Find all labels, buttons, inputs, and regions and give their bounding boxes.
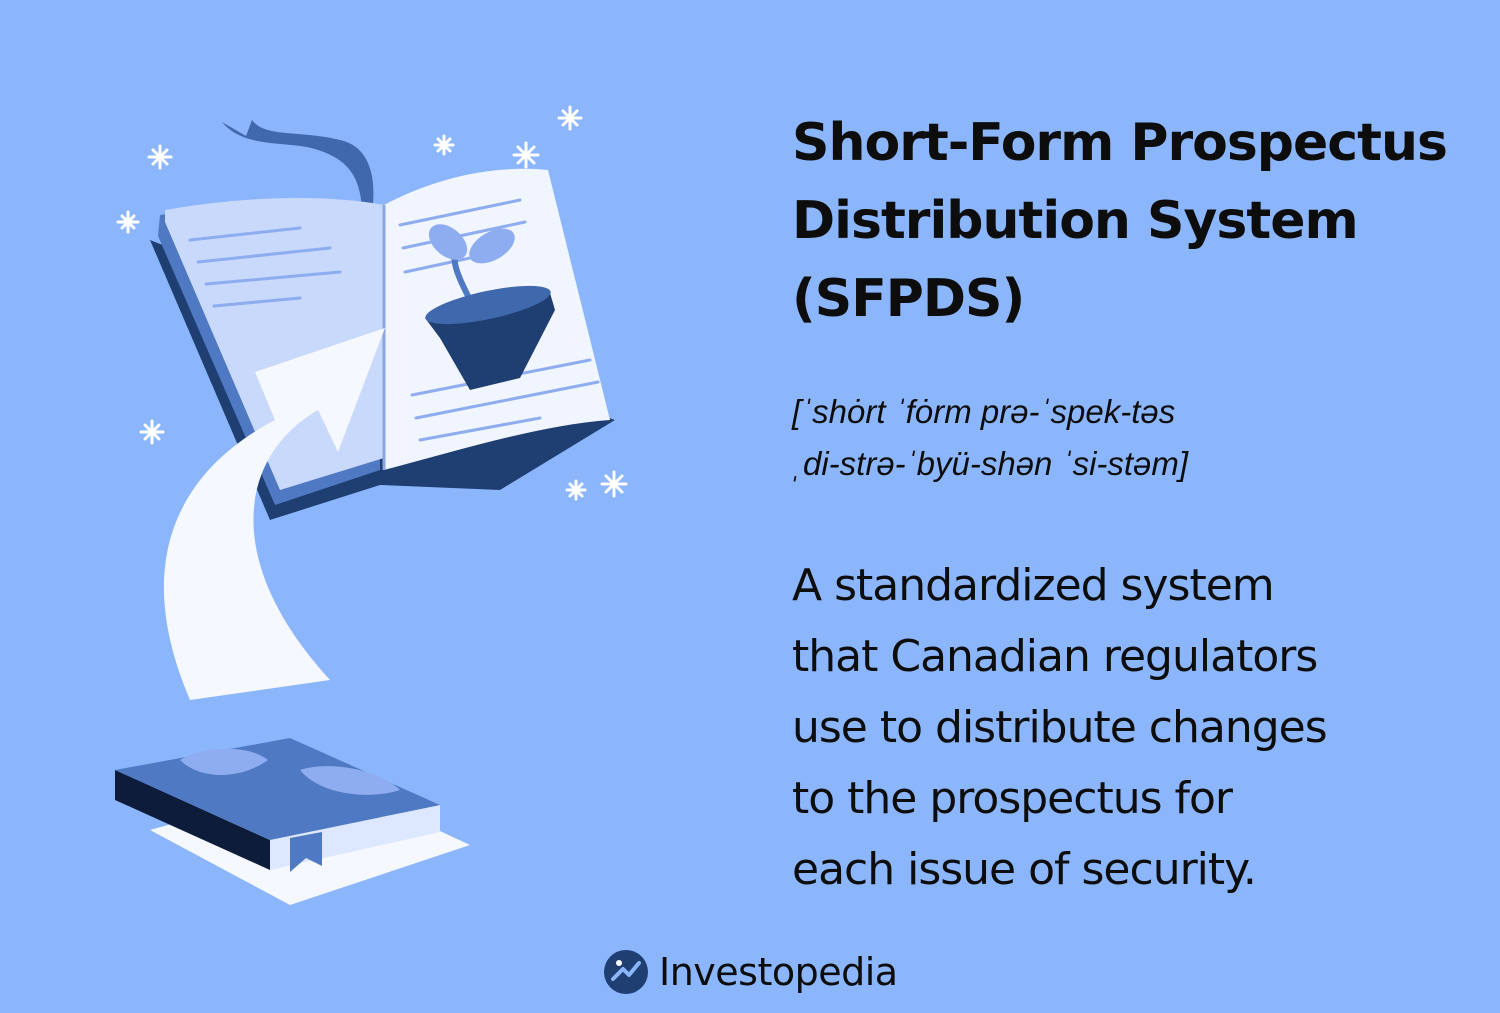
- definition-line: each issue of security.: [792, 844, 1257, 895]
- prospectus-book-illustration: [115, 105, 628, 905]
- investopedia-logo-icon: [604, 950, 648, 994]
- sparkle-icon: [512, 141, 540, 169]
- brand-name: Investopedia: [659, 950, 898, 994]
- sparkle-icon: [116, 210, 140, 234]
- definition-line: A standardized system: [792, 560, 1275, 611]
- page-title: Short-Form Prospectus Distribution Syste…: [792, 104, 1482, 338]
- title-line: Short-Form Prospectus: [792, 113, 1448, 173]
- title-line: Distribution System: [792, 191, 1359, 251]
- sparkle-icon: [139, 419, 165, 445]
- sparkle-icon: [600, 470, 628, 498]
- definition: A standardized system that Canadian regu…: [792, 550, 1482, 905]
- pronunciation-line: ˌdi-strə-ˈbyü-shən ˈsi-stəm]: [792, 445, 1189, 482]
- brand-logo: Investopedia: [603, 944, 898, 1000]
- definition-line: that Canadian regulators: [792, 631, 1318, 682]
- title-line: (SFPDS): [792, 269, 1025, 329]
- sparkle-icon: [565, 479, 587, 501]
- definition-line: to the prospectus for: [792, 773, 1233, 824]
- pronunciation-line: [ˈshȯrt ˈfȯrm prə-ˈspek-təs: [792, 393, 1176, 430]
- closed-book-icon: [115, 738, 470, 905]
- sparkle-icon: [147, 144, 173, 170]
- sparkle-icon: [557, 105, 583, 131]
- sparkle-icon: [433, 134, 455, 156]
- definition-line: use to distribute changes: [792, 702, 1328, 753]
- pronunciation: [ˈshȯrt ˈfȯrm prə-ˈspek-təs ˌdi-strə-ˈby…: [792, 386, 1472, 490]
